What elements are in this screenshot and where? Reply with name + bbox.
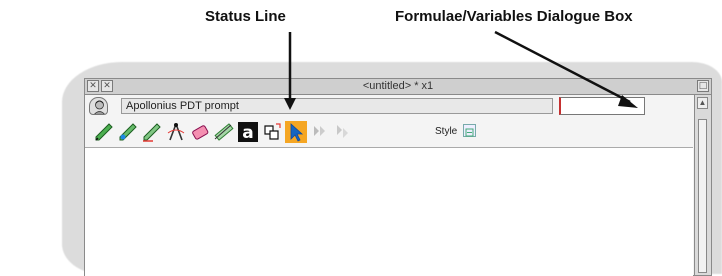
formulae-box-arrow bbox=[494, 30, 631, 104]
status-line-arrowhead bbox=[284, 98, 296, 110]
callout-arrows bbox=[284, 30, 638, 110]
